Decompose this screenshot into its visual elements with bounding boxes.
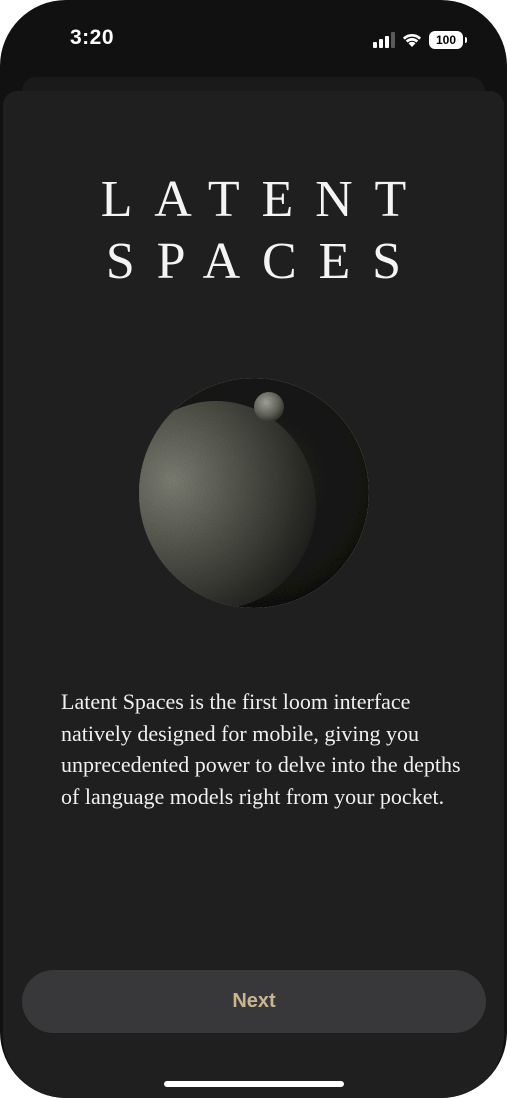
- home-indicator[interactable]: [164, 1081, 344, 1087]
- moon-illustration: [139, 378, 369, 608]
- status-time: 3:20: [70, 26, 115, 49]
- status-bar: 3:20 100: [0, 0, 507, 78]
- phone-screen: 3:20 100 LATENT SPACES Latent Spaces is …: [0, 0, 507, 1098]
- wifi-icon: [402, 33, 422, 47]
- app-title-line-1: LATENT: [100, 171, 429, 228]
- next-button[interactable]: Next: [22, 970, 486, 1033]
- onboarding-description: Latent Spaces is the first loom interfac…: [61, 689, 461, 809]
- battery-icon: 100: [429, 31, 467, 49]
- status-icons: 100: [373, 30, 467, 50]
- signal-icon: [373, 32, 395, 48]
- app-title-line-2: SPACES: [105, 233, 423, 290]
